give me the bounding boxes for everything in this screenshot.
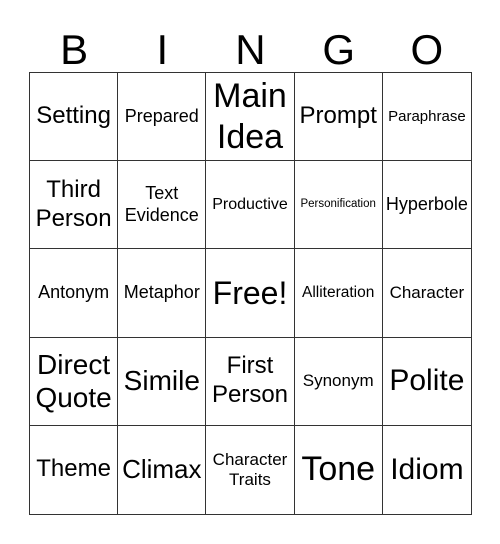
- bingo-cell[interactable]: Polite: [382, 338, 471, 426]
- bingo-cell[interactable]: Third Person: [30, 161, 119, 250]
- bingo-cell[interactable]: Tone: [295, 425, 383, 514]
- bingo-cell[interactable]: Character: [382, 249, 471, 338]
- bingo-cell[interactable]: Simile: [118, 337, 207, 426]
- header-letter-o: O: [410, 26, 444, 73]
- bingo-cell[interactable]: Setting: [30, 73, 119, 162]
- header-letter-b: B: [60, 26, 89, 73]
- bingo-cell[interactable]: Direct Quote: [30, 337, 119, 426]
- bingo-cell[interactable]: Antonym: [30, 249, 119, 338]
- bingo-cell[interactable]: Main Idea: [206, 73, 295, 162]
- bingo-cell[interactable]: Alliteration: [294, 249, 383, 338]
- bingo-cell[interactable]: Productive: [206, 161, 295, 250]
- header-letter-i: I: [156, 26, 169, 73]
- bingo-cell[interactable]: Text Evidence: [118, 161, 207, 250]
- bingo-cell[interactable]: Theme: [30, 425, 119, 514]
- bingo-cell[interactable]: Personification: [294, 161, 383, 250]
- bingo-cell[interactable]: Climax: [118, 425, 207, 514]
- free-space-cell[interactable]: Free!: [206, 249, 295, 338]
- bingo-cell[interactable]: Prepared: [118, 73, 207, 162]
- bingo-cell[interactable]: Prompt: [294, 73, 383, 162]
- bingo-cell[interactable]: Character Traits: [206, 425, 295, 514]
- header-letter-g: G: [322, 26, 355, 73]
- bingo-cell[interactable]: Idiom: [383, 426, 471, 514]
- bingo-cell[interactable]: Metaphor: [118, 249, 207, 338]
- bingo-cell[interactable]: Hyperbole: [382, 161, 471, 250]
- bingo-cell[interactable]: Paraphrase: [382, 73, 471, 162]
- bingo-cell[interactable]: Synonym: [294, 337, 383, 426]
- bingo-cell[interactable]: First Person: [206, 337, 295, 426]
- bingo-grid: Setting Prepared Main Idea Prompt Paraph…: [29, 72, 472, 515]
- bingo-header: B I N G O: [30, 26, 471, 74]
- header-letter-n: N: [235, 26, 266, 73]
